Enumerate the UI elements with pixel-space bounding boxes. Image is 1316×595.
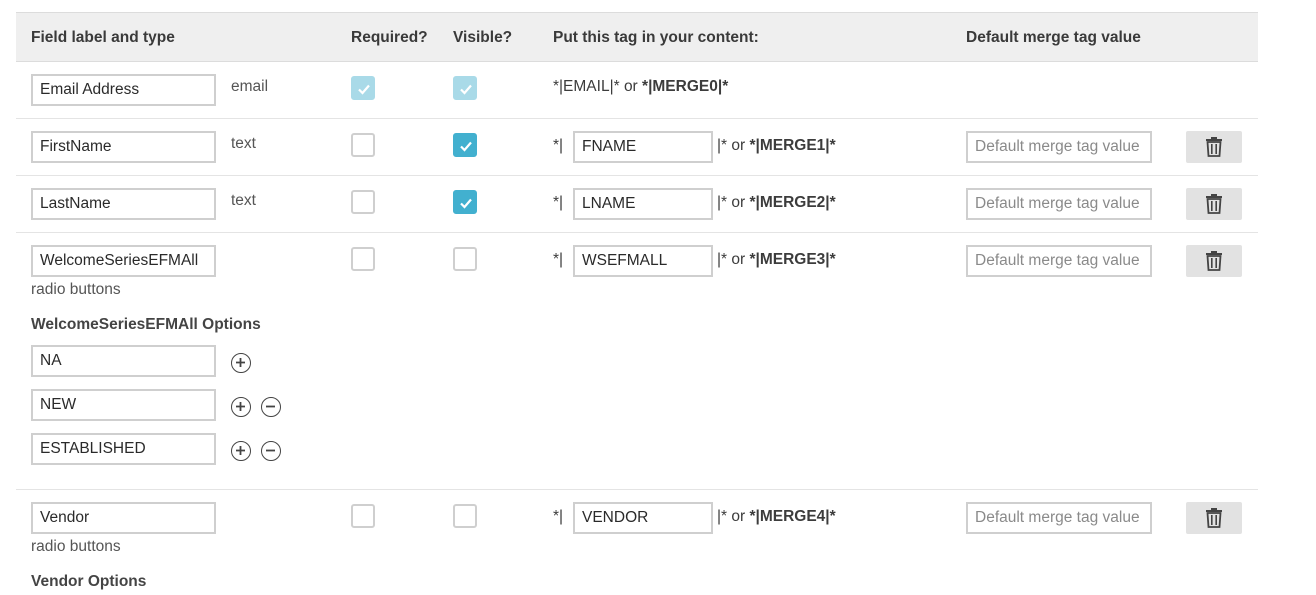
default-value-input[interactable] [966, 245, 1152, 277]
visible-checkbox [453, 76, 477, 100]
merge-tag-text: *|EMAIL|* or *|MERGE0|* [553, 78, 729, 95]
options-title: Vendor Options [31, 573, 147, 590]
visible-checkbox[interactable] [453, 247, 477, 271]
header-field-label: Field label and type [31, 29, 175, 46]
field-type: text [231, 135, 256, 152]
header-default-value: Default merge tag value [966, 29, 1141, 46]
merge-tag-input[interactable] [573, 188, 713, 220]
visible-checkbox[interactable] [453, 133, 477, 157]
minus-circle-icon [266, 405, 275, 408]
delete-field-button[interactable] [1186, 245, 1242, 277]
field-row-lastname: text *| |* or *|MERGE2|* [16, 176, 1258, 233]
add-option-button[interactable] [231, 397, 251, 417]
plus-circle-icon [236, 402, 245, 411]
check-icon [358, 84, 370, 95]
header-tag: Put this tag in your content: [553, 29, 759, 46]
field-label-input[interactable] [31, 245, 216, 277]
merge-tag-suffix: |* or *|MERGE1|* [717, 137, 836, 154]
add-option-button[interactable] [231, 441, 251, 461]
plus-circle-icon [236, 358, 245, 367]
field-label-input[interactable] [31, 74, 216, 106]
field-type: radio buttons [31, 281, 121, 298]
header-visible: Visible? [453, 29, 513, 46]
tag-prefix: *| [553, 251, 564, 268]
required-checkbox[interactable] [351, 133, 375, 157]
merge-tag-suffix: |* or *|MERGE2|* [717, 194, 836, 211]
trash-icon [1206, 508, 1222, 528]
field-row-firstname: text *| |* or *|MERGE1|* [16, 119, 1258, 176]
visible-checkbox[interactable] [453, 190, 477, 214]
merge-tag-suffix: |* or *|MERGE3|* [717, 251, 836, 268]
option-input[interactable] [31, 389, 216, 421]
field-type: text [231, 192, 256, 209]
check-icon [460, 84, 472, 95]
delete-field-button[interactable] [1186, 502, 1242, 534]
merge-fields-table: Field label and type Required? Visible? … [16, 12, 1258, 595]
merge-tag-input[interactable] [573, 245, 713, 277]
check-icon [460, 141, 472, 152]
field-label-input[interactable] [31, 188, 216, 220]
visible-checkbox[interactable] [453, 504, 477, 528]
field-type: email [231, 78, 269, 95]
remove-option-button[interactable] [261, 441, 281, 461]
default-value-input[interactable] [966, 131, 1152, 163]
default-value-input[interactable] [966, 188, 1152, 220]
delete-field-button[interactable] [1186, 188, 1242, 220]
minus-circle-icon [266, 449, 275, 452]
default-value-input[interactable] [966, 502, 1152, 534]
field-label-input[interactable] [31, 502, 216, 534]
options-title: WelcomeSeriesEFMAll Options [31, 316, 261, 333]
required-checkbox [351, 76, 375, 100]
option-input[interactable] [31, 345, 216, 377]
required-checkbox[interactable] [351, 247, 375, 271]
tag-prefix: *| [553, 137, 564, 154]
merge-tag-input[interactable] [573, 502, 713, 534]
header-required: Required? [351, 29, 428, 46]
option-input[interactable] [31, 433, 216, 465]
delete-field-button[interactable] [1186, 131, 1242, 163]
check-icon [460, 198, 472, 209]
merge-tag-input[interactable] [573, 131, 713, 163]
field-row-email: email *|EMAIL|* or *|MERGE0|* [16, 62, 1258, 119]
field-row-welcomeseries: radio buttons *| |* or *|MERGE3|* Welcom… [16, 233, 1258, 490]
trash-icon [1206, 194, 1222, 214]
remove-option-button[interactable] [261, 397, 281, 417]
trash-icon [1206, 137, 1222, 157]
field-row-vendor: radio buttons *| |* or *|MERGE4|* Vendor… [16, 490, 1258, 595]
field-label-input[interactable] [31, 131, 216, 163]
required-checkbox[interactable] [351, 190, 375, 214]
table-header: Field label and type Required? Visible? … [16, 12, 1258, 62]
merge-tag-suffix: |* or *|MERGE4|* [717, 508, 836, 525]
trash-icon [1206, 251, 1222, 271]
required-checkbox[interactable] [351, 504, 375, 528]
plus-circle-icon [236, 446, 245, 455]
field-type: radio buttons [31, 538, 121, 555]
tag-prefix: *| [553, 194, 564, 211]
add-option-button[interactable] [231, 353, 251, 373]
tag-prefix: *| [553, 508, 564, 525]
